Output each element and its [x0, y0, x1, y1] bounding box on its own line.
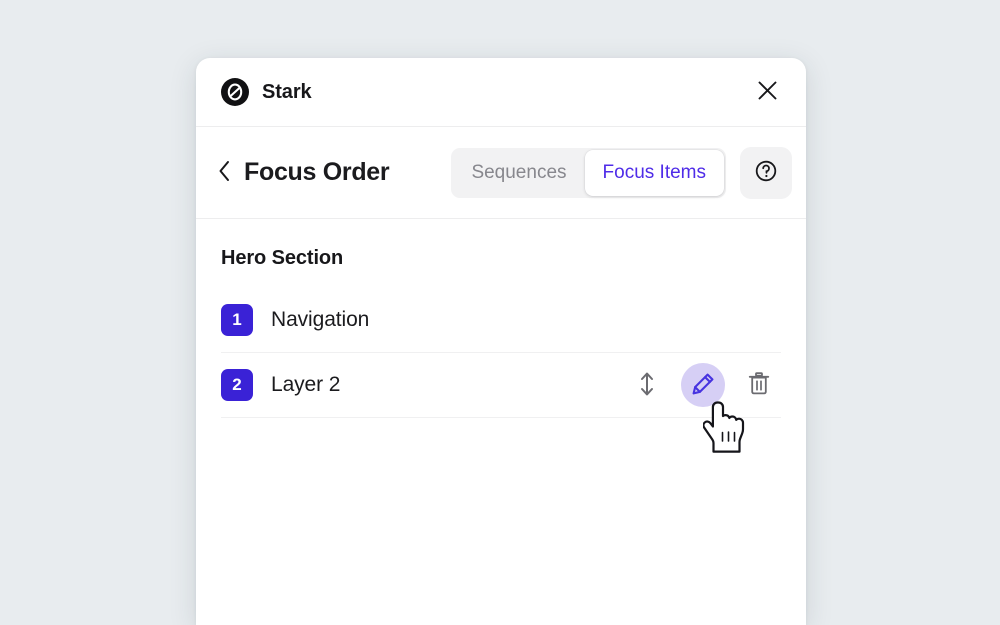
close-icon [757, 80, 778, 104]
focus-item-row-1[interactable]: 1 Navigation [221, 288, 781, 352]
stark-logo-icon [221, 78, 249, 106]
back-button[interactable] [218, 158, 240, 188]
brand: Stark [221, 78, 312, 106]
delete-button[interactable] [737, 363, 781, 407]
brand-name: Stark [262, 81, 312, 104]
focus-item-label: Layer 2 [271, 373, 340, 397]
reorder-button[interactable] [625, 363, 669, 407]
focus-item-label: Navigation [271, 308, 369, 332]
close-button[interactable] [752, 77, 782, 107]
order-badge: 1 [221, 304, 253, 336]
section-title: Hero Section [221, 247, 781, 270]
row-divider [221, 417, 781, 418]
order-badge: 2 [221, 369, 253, 401]
tab-sequences[interactable]: Sequences [453, 150, 584, 196]
help-circle-icon [754, 159, 778, 186]
titlebar: Stark [196, 58, 806, 127]
chevron-left-icon [218, 160, 231, 185]
reorder-icon [638, 371, 656, 400]
focus-items-list: Hero Section 1 Navigation 2 Layer 2 [196, 219, 806, 418]
toolbar-right: Sequences Focus Items [451, 147, 792, 199]
view-segmented-control: Sequences Focus Items [451, 148, 726, 198]
stark-plugin-panel: Stark Focus Order Sequences Fo [196, 58, 806, 625]
delete-icon [747, 371, 771, 399]
edit-button[interactable] [681, 363, 725, 407]
tab-focus-items[interactable]: Focus Items [585, 150, 724, 196]
edit-icon [690, 371, 716, 400]
row-actions [625, 363, 781, 407]
toolbar: Focus Order Sequences Focus Items [196, 127, 806, 219]
page-title: Focus Order [244, 158, 389, 187]
focus-item-row-2[interactable]: 2 Layer 2 [221, 353, 781, 417]
help-button[interactable] [740, 147, 792, 199]
